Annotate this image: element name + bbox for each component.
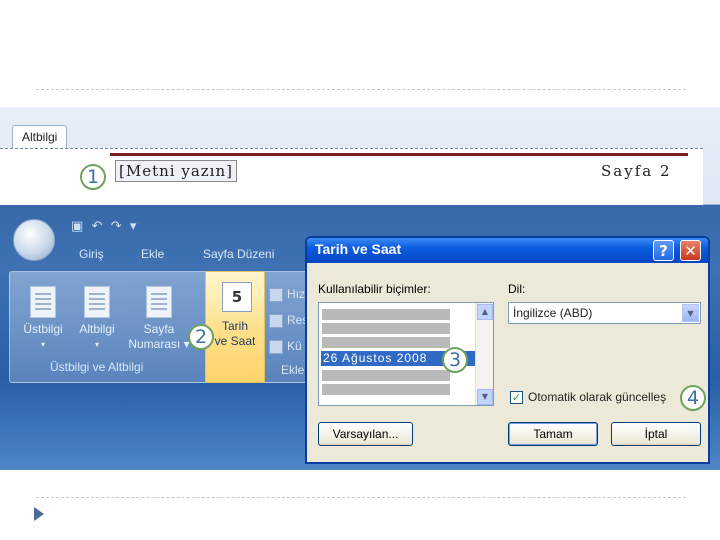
list-item[interactable] [322, 309, 450, 320]
screenshot-composite: Altbilgi [Metni yazın] Sayfa 2 1 ▣ ↶ ↷ ▾… [0, 107, 720, 470]
picture-icon [269, 313, 283, 328]
date-time-label-line1: Tarih [221, 319, 248, 333]
dialog-titlebar[interactable]: Tarih ve Saat ? ✕ [307, 238, 708, 263]
clipart-item[interactable]: Kü [269, 339, 302, 354]
footer-icon [84, 286, 110, 318]
footer-button[interactable]: Altbilgi ▾ [72, 286, 122, 352]
help-icon[interactable]: ? [653, 240, 674, 261]
language-select[interactable]: İngilizce (ABD) ▼ [508, 302, 701, 324]
clipart-icon [269, 339, 283, 354]
scroll-down-icon[interactable]: ▼ [477, 389, 493, 405]
quick-parts-label: Hız [287, 287, 305, 301]
clipart-label: Kü [287, 339, 302, 353]
page-number-button[interactable]: Sayfa Numarası ▾ [128, 286, 190, 352]
tab-page-layout[interactable]: Sayfa Düzeni [203, 247, 274, 261]
header-icon [30, 286, 56, 318]
footer-tab: Altbilgi [12, 125, 68, 150]
page-number-text: Sayfa 2 [601, 162, 672, 180]
date-time-button[interactable]: 5 Tarih ve Saat [205, 271, 265, 383]
list-item[interactable] [322, 370, 450, 381]
default-button[interactable]: Varsayılan... [318, 422, 413, 446]
picture-item[interactable]: Res [269, 313, 308, 328]
ok-button[interactable]: Tamam [508, 422, 598, 446]
insert-group-label: Ekle [281, 363, 305, 377]
ribbon-panel: Üstbilgi ▾ Altbilgi ▾ Sayfa Numarası ▾ Ü… [9, 271, 311, 383]
page-number-button-label-2: Numarası ▾ [128, 337, 190, 351]
callout-3: 3 [442, 347, 468, 373]
footer-button-label: Altbilgi [79, 322, 115, 336]
office-button-icon[interactable] [13, 219, 55, 261]
calendar-clock-icon: 5 [222, 282, 252, 312]
close-icon[interactable]: ✕ [680, 240, 701, 261]
formats-scrollbar[interactable]: ▲ ▼ [475, 303, 493, 405]
quick-parts-item[interactable]: Hız [269, 287, 305, 302]
header-button-label: Üstbilgi [23, 322, 63, 336]
bullet-arrow-icon [34, 507, 44, 521]
callout-1: 1 [80, 164, 106, 190]
list-item[interactable] [322, 384, 450, 395]
save-icon[interactable]: ▣ [71, 219, 83, 234]
scroll-up-icon[interactable]: ▲ [477, 304, 493, 320]
formats-label: Kullanılabilir biçimler: [318, 282, 431, 296]
ribbon: ▣ ↶ ↷ ▾ Giriş Ekle Sayfa Düzeni Üstbilgi… [5, 205, 315, 470]
dialog-title: Tarih ve Saat [315, 241, 402, 257]
footer-rule [110, 153, 688, 156]
date-time-label-line2: ve Saat [214, 334, 256, 348]
chevron-down-icon[interactable]: ▼ [682, 304, 699, 322]
formats-list[interactable]: 26 Ağustos 2008 ▲ ▼ [318, 302, 494, 406]
quick-access-toolbar: ▣ ↶ ↷ ▾ [71, 219, 136, 237]
list-item[interactable] [322, 323, 450, 334]
footer-text-field[interactable]: [Metni yazın] [115, 160, 237, 182]
list-item[interactable] [322, 337, 450, 348]
auto-update-label[interactable]: Otomatik olarak güncelleş [528, 390, 666, 404]
header-footer-group-label: Üstbilgi ve Altbilgi [50, 360, 144, 374]
redo-icon[interactable]: ↷ [111, 219, 122, 234]
date-time-dialog: Tarih ve Saat ? ✕ Kullanılabilir biçimle… [305, 236, 710, 464]
page-number-icon [146, 286, 172, 318]
quick-parts-icon [269, 287, 283, 302]
cancel-button[interactable]: İptal [611, 422, 701, 446]
page-number-button-label: Sayfa [143, 322, 175, 336]
header-button[interactable]: Üstbilgi ▾ [18, 286, 68, 352]
language-value: İngilizce (ABD) [513, 306, 593, 320]
date-time-button-label: Tarih ve Saat [206, 319, 264, 349]
bottom-divider [36, 497, 686, 498]
customize-icon[interactable]: ▾ [130, 219, 137, 234]
auto-update-checkbox[interactable]: ✓ [510, 391, 523, 404]
tab-insert[interactable]: Ekle [141, 247, 164, 261]
header-button-arrow: ▾ [40, 340, 45, 349]
top-divider [36, 89, 686, 90]
tab-home[interactable]: Giriş [79, 247, 104, 261]
language-label: Dil: [508, 282, 526, 296]
undo-icon[interactable]: ↶ [92, 219, 103, 234]
callout-2: 2 [188, 324, 214, 350]
footer-button-arrow: ▾ [94, 340, 99, 349]
callout-4: 4 [680, 385, 706, 411]
footer-editing-area: Altbilgi [Metni yazın] Sayfa 2 1 [0, 107, 720, 205]
